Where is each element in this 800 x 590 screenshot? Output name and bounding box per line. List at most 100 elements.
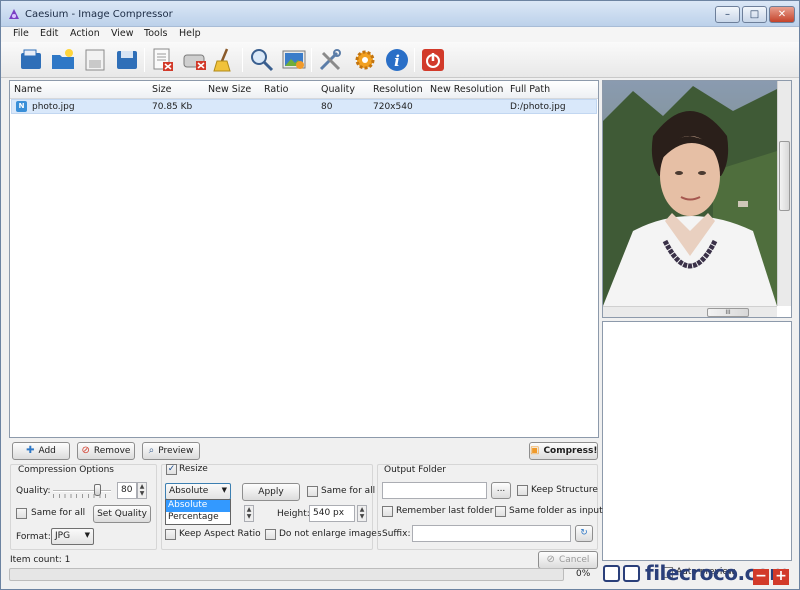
cancel-button[interactable]: ⊘ Cancel [538,551,598,569]
keep-aspect-ratio-checkbox[interactable] [165,529,176,540]
window-title: Caesium - Image Compressor [25,9,173,20]
menu-tools[interactable]: Tools [144,28,167,39]
format-select[interactable]: JPG ▼ [51,528,94,545]
menu-edit[interactable]: Edit [40,28,58,39]
scrollbar-thumb[interactable] [779,141,790,211]
cell-full-path: D:/photo.jpg [510,102,566,112]
remember-last-folder-checkbox[interactable] [382,506,393,517]
browse-button[interactable]: ... [491,482,511,499]
remove-item-icon[interactable] [149,46,177,74]
column-full-path[interactable]: Full Path [510,84,550,95]
save-icon[interactable] [113,46,141,74]
progress-bar [9,568,564,581]
same-folder-as-input-checkbox[interactable] [495,506,506,517]
height-field[interactable]: 540 px [309,505,355,522]
same-folder-as-input-label: Same folder as input [509,506,603,516]
preview-button[interactable]: ⌕ Preview [142,442,200,460]
quality-slider[interactable] [53,484,111,498]
preview-horizontal-scrollbar[interactable]: III [603,306,777,317]
cancel-label: Cancel [558,555,590,565]
output-folder-field[interactable] [382,482,487,499]
table-row[interactable]: N photo.jpg 70.85 Kb 80 720x540 D:/photo… [11,99,597,114]
column-size[interactable]: Size [152,84,172,95]
file-list[interactable]: Name Size New Size Ratio Quality Resolut… [9,80,599,438]
app-logo-icon [9,9,19,19]
chevron-down-icon: ▼ [221,486,227,494]
resize-mode-select[interactable]: Absolute ▼ [165,483,231,500]
exit-power-icon[interactable] [419,46,447,74]
quality-label: Quality: [16,486,51,496]
zoom-icon[interactable] [248,46,276,74]
toolbar-separator [242,48,243,72]
open-files-icon[interactable] [17,46,45,74]
quality-value-field[interactable]: 80 [117,482,137,499]
height-spinner[interactable]: ▲ ▼ [357,505,367,522]
options-gear-icon[interactable] [351,46,379,74]
same-for-all-quality-checkbox[interactable] [16,508,27,519]
apply-button[interactable]: Apply [242,483,300,501]
scrollbar-thumb[interactable]: III [707,308,749,317]
maximize-button[interactable]: □ [742,6,767,23]
settings-tools-icon[interactable] [316,46,344,74]
preview-image-icon[interactable] [280,46,308,74]
column-new-resolution[interactable]: New Resolution [430,84,503,95]
menu-action[interactable]: Action [70,28,100,39]
remember-last-folder-label: Remember last folder [396,506,494,516]
keep-aspect-ratio-label: Keep Aspect Ratio [179,529,261,539]
add-label: Add [38,446,56,456]
menu-help[interactable]: Help [179,28,201,39]
keep-structure-label: Keep Structure [531,485,598,495]
zoom-in-icon[interactable]: + [773,569,789,585]
zoom-out-icon[interactable]: − [753,569,769,585]
save-list-icon[interactable] [81,46,109,74]
remove-button[interactable]: ⊘ Remove [77,442,135,460]
progress-text: 0% [576,569,591,579]
resize-mode-dropdown: Absolute Percentage [165,499,231,525]
column-ratio[interactable]: Ratio [264,84,288,95]
refresh-icon[interactable]: ↻ [575,525,593,542]
format-label: Format: [16,532,51,542]
preview-image [603,81,777,306]
format-value: JPG [55,531,71,541]
add-button[interactable]: ✚ Add [12,442,70,460]
list-header: Name Size New Size Ratio Quality Resolut… [10,81,598,99]
column-resolution[interactable]: Resolution [373,84,423,95]
menu-view[interactable]: View [111,28,134,39]
resize-checkbox[interactable]: ✓ [166,464,177,475]
set-quality-button[interactable]: Set Quality [93,505,151,523]
preview-label: Preview [158,446,194,456]
quality-spinner[interactable]: ▲ ▼ [137,482,147,499]
same-for-all-resize-checkbox[interactable] [307,486,318,497]
clean-icon[interactable] [211,46,239,74]
minimize-button[interactable]: – [715,6,740,23]
suffix-field[interactable] [412,525,571,542]
no-entry-icon: ⊘ [81,445,90,456]
menu-bar: File Edit Action View Tools Help [1,27,799,42]
item-count-label: Item count: 1 [10,555,71,565]
same-for-all-quality-label: Same for all [31,508,86,518]
keep-structure-checkbox[interactable] [517,485,528,496]
compress-button[interactable]: ▣ Compress! [529,442,598,460]
compress-image-icon: ▣ [530,445,540,456]
chevron-down-icon: ▼ [84,531,90,539]
about-info-icon[interactable]: i [383,46,411,74]
do-not-enlarge-label: Do not enlarge images [279,529,382,539]
title-bar[interactable]: Caesium - Image Compressor – □ ✕ [1,1,799,27]
suffix-label: Suffix: [382,529,411,539]
toolbar: i [1,42,799,78]
dropdown-option-percentage[interactable]: Percentage [166,512,230,524]
dropdown-option-absolute[interactable]: Absolute [166,500,230,512]
preview-vertical-scrollbar[interactable] [777,81,791,306]
slider-thumb[interactable] [94,484,101,496]
column-new-size[interactable]: New Size [208,84,251,95]
close-button[interactable]: ✕ [769,6,795,23]
watermark: filecroco.com − + [601,561,799,589]
open-folder-icon[interactable] [49,46,77,74]
column-name[interactable]: Name [14,84,42,95]
menu-file[interactable]: File [13,28,29,39]
remove-label: Remove [93,446,131,456]
clear-list-icon[interactable] [181,46,209,74]
do-not-enlarge-checkbox[interactable] [265,529,276,540]
width-spinner[interactable]: ▲ ▼ [244,505,254,522]
column-quality[interactable]: Quality [321,84,355,95]
